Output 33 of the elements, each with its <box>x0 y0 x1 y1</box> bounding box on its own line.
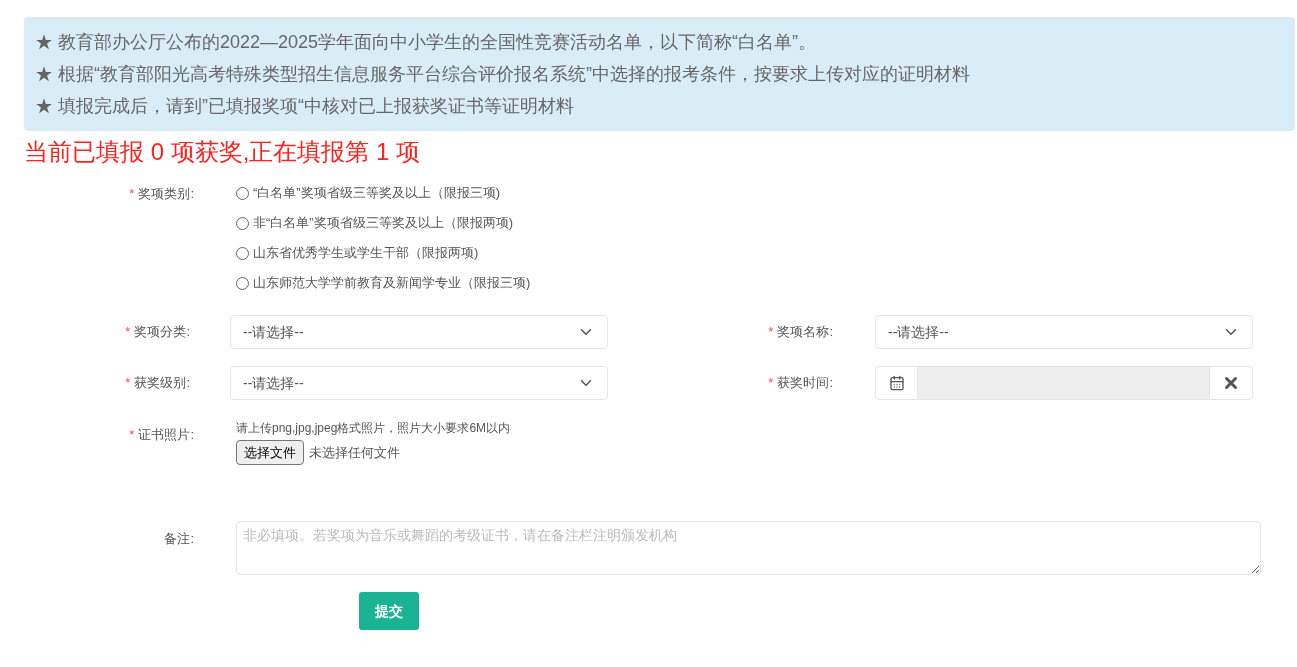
radio-label: 非“白名单”奖项省级三等奖及以上（限报两项) <box>253 214 513 232</box>
field-label: 奖项名称: <box>777 323 833 342</box>
field-label: 奖项类别: <box>138 185 194 203</box>
required-mark: * <box>768 374 774 393</box>
calendar-icon <box>888 375 905 391</box>
notice-text: ★ 根据“教育部阳光高考特殊类型招生信息服务平台综合评价报名系统”中选择的报考条件，按要求上传对应的证明材料 <box>35 63 970 86</box>
select-field[interactable]: --请选择-- <box>230 315 608 349</box>
choose-file-button[interactable]: 选择文件 <box>236 440 304 465</box>
date-field[interactable] <box>918 366 1209 400</box>
calendar-button[interactable] <box>875 366 918 400</box>
field-label: 证书照片: <box>138 426 194 444</box>
clear-button[interactable] <box>1209 366 1253 400</box>
notice-text: ★ 教育部办公厅公布的2022—2025学年面向中小学生的全国性竞赛活动名单，以下简称“白名单”。 <box>35 31 817 54</box>
notice-text: ★ 填报完成后，请到”已填报奖项“中核对已上报获奖证书等证明材料 <box>35 95 574 118</box>
required-mark: * <box>768 323 774 342</box>
field-label: 奖项分类: <box>134 323 190 342</box>
required-mark: * <box>125 374 131 393</box>
upload-hint: 请上传png,jpg,jpeg格式照片，照片大小要求6M以内 <box>236 420 511 437</box>
required-mark: * <box>129 185 135 203</box>
required-mark: * <box>129 426 135 444</box>
field-label: 备注: <box>164 530 194 548</box>
radio-label: “白名单”奖项省级三等奖及以上（限报三项) <box>253 184 500 202</box>
radio-label: 山东省优秀学生或学生干部（限报两项) <box>253 244 479 262</box>
field-label: 获奖级别: <box>134 374 190 393</box>
required-mark: * <box>125 323 131 342</box>
close-icon <box>1222 374 1240 392</box>
status-heading: 当前已填报 0 项获奖,正在填报第 1 项 <box>24 137 421 167</box>
remarks-field[interactable]: 非必填项。若奖项为音乐或舞蹈的考级证书，请在备注栏注明颁发机构 <box>236 521 1261 575</box>
radio-label: 山东师范大学学前教育及新闻学专业（限报三项) <box>253 274 531 292</box>
file-status: 未选择任何文件 <box>309 443 400 462</box>
select-field[interactable]: --请选择-- <box>875 315 1253 349</box>
field-label: 获奖时间: <box>777 374 833 393</box>
select-field[interactable]: --请选择-- <box>230 366 608 400</box>
